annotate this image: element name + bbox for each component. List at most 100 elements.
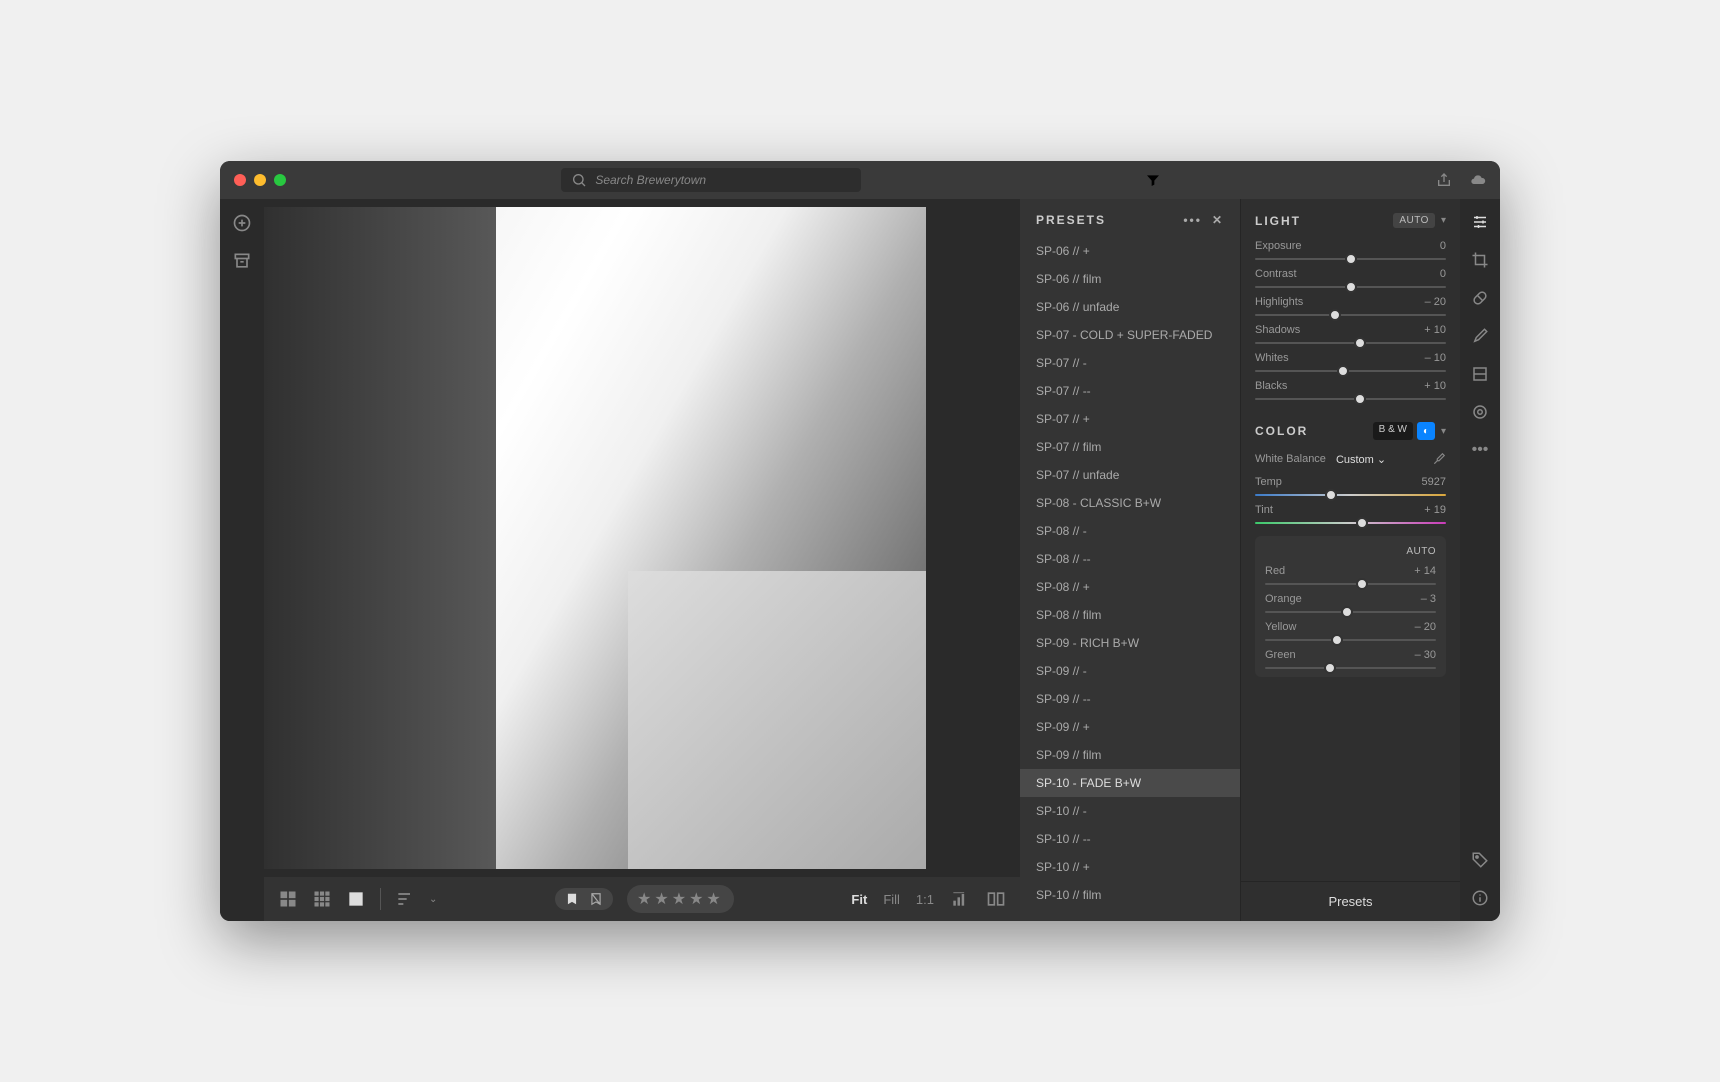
compare-icon[interactable] [986,889,1006,909]
share-icon[interactable] [1436,172,1452,188]
more-icon[interactable]: ••• [1471,441,1489,459]
temp-label: Temp [1255,476,1282,488]
tag-icon[interactable] [1471,851,1489,869]
light-value: + 10 [1424,380,1446,392]
preset-item[interactable]: SP-06 // film [1020,265,1240,293]
bw-toggle[interactable]: B & W [1373,422,1413,440]
search-input[interactable]: Search Brewerytown [561,168,861,192]
sliders-icon[interactable] [1471,213,1489,231]
light-auto-button[interactable]: AUTO [1393,213,1435,228]
image-canvas[interactable] [264,199,1020,877]
preset-item[interactable]: SP-08 // + [1020,573,1240,601]
info-icon[interactable] [1471,889,1489,907]
preset-item[interactable]: SP-07 // + [1020,405,1240,433]
preset-item[interactable]: SP-09 - RICH B+W [1020,629,1240,657]
cloud-icon[interactable] [1470,172,1486,188]
zoom-fill[interactable]: Fill [883,892,900,907]
light-slider[interactable] [1255,342,1446,344]
tint-value: + 19 [1424,504,1446,516]
mixer-auto-button[interactable]: AUTO [1406,546,1436,557]
mixer-value: – 30 [1415,649,1436,661]
light-slider[interactable] [1255,370,1446,372]
flag-pick-icon[interactable] [565,892,579,906]
light-slider[interactable] [1255,314,1446,316]
preset-item[interactable]: SP-10 // film [1020,881,1240,909]
mixer-slider[interactable] [1265,611,1436,613]
preset-item[interactable]: SP-10 // - [1020,797,1240,825]
preset-item[interactable]: SP-07 // film [1020,433,1240,461]
grid-small-icon[interactable] [312,889,332,909]
preset-item[interactable]: SP-07 // unfade [1020,461,1240,489]
preset-item[interactable]: SP-08 // -- [1020,545,1240,573]
mixer-label: Red [1265,565,1285,577]
preset-item[interactable]: SP-10 - FADE B+W [1020,769,1240,797]
eyedropper-icon[interactable] [1432,452,1446,466]
preset-item[interactable]: SP-08 // film [1020,601,1240,629]
linear-gradient-icon[interactable] [1471,365,1489,383]
flag-reject-icon[interactable] [589,892,603,906]
light-slider[interactable] [1255,258,1446,260]
mixer-value: – 20 [1415,621,1436,633]
maximize-icon[interactable] [274,174,286,186]
mixer-slider[interactable] [1265,639,1436,641]
preset-item[interactable]: SP-08 - CLASSIC B+W [1020,489,1240,517]
preset-item[interactable]: SP-10 // -- [1020,825,1240,853]
light-value: – 20 [1425,296,1446,308]
light-title: LIGHT [1255,214,1301,228]
close-icon[interactable] [234,174,246,186]
filter-icon[interactable] [1145,172,1161,188]
preset-item[interactable]: SP-09 // + [1020,713,1240,741]
zoom-fit[interactable]: Fit [851,892,867,907]
flag-controls [555,888,613,910]
light-slider[interactable] [1255,286,1446,288]
add-icon[interactable] [232,213,252,233]
tint-label: Tint [1255,504,1273,516]
zoom-1-1[interactable]: 1:1 [916,892,934,907]
preset-item[interactable]: SP-07 // - [1020,349,1240,377]
app-window: Search Brewerytown ⌄ [220,161,1500,921]
light-value: 0 [1440,268,1446,280]
sort-chevron-icon[interactable]: ⌄ [429,894,437,905]
mixer-slider[interactable] [1265,667,1436,669]
single-view-icon[interactable] [346,889,366,909]
minimize-icon[interactable] [254,174,266,186]
presets-menu-icon[interactable]: ••• [1183,213,1202,227]
grid-large-icon[interactable] [278,889,298,909]
radial-gradient-icon[interactable] [1471,403,1489,421]
preset-item[interactable]: SP-06 // + [1020,237,1240,265]
color-collapse-icon[interactable]: ▾ [1441,426,1446,437]
preset-item[interactable]: SP-09 // -- [1020,685,1240,713]
preset-item[interactable]: SP-08 // - [1020,517,1240,545]
wb-label: White Balance [1255,453,1326,465]
temp-slider[interactable] [1255,494,1446,496]
brush-icon[interactable] [1471,327,1489,345]
presets-close-icon[interactable]: ✕ [1212,213,1224,227]
preset-item[interactable]: SP-09 // film [1020,741,1240,769]
color-profile-icon[interactable]: ◐ [1417,422,1435,440]
preset-item[interactable]: SP-06 // unfade [1020,293,1240,321]
light-collapse-icon[interactable]: ▾ [1441,215,1446,226]
preset-item[interactable]: SP-09 // - [1020,657,1240,685]
sort-icon[interactable] [395,889,415,909]
presets-panel: PRESETS ••• ✕ SP-06 // +SP-06 // filmSP-… [1020,199,1240,921]
crop-icon[interactable] [1471,251,1489,269]
preset-item[interactable]: SP-07 - COLD + SUPER-FADED [1020,321,1240,349]
titlebar: Search Brewerytown [220,161,1500,199]
tint-slider[interactable] [1255,522,1446,524]
histogram-icon[interactable] [950,889,970,909]
heal-icon[interactable] [1471,289,1489,307]
light-label: Whites [1255,352,1289,364]
light-label: Shadows [1255,324,1300,336]
mixer-label: Orange [1265,593,1302,605]
mixer-slider[interactable] [1265,583,1436,585]
rating-stars[interactable]: ★★★★★ [637,889,724,909]
wb-select[interactable]: Custom ⌄ [1336,453,1386,466]
presets-footer-button[interactable]: Presets [1241,881,1460,921]
light-slider[interactable] [1255,398,1446,400]
preset-item[interactable]: SP-10 // + [1020,853,1240,881]
mixer-value: – 3 [1421,593,1436,605]
preset-item[interactable]: SP-07 // -- [1020,377,1240,405]
divider [380,888,381,910]
preset-list[interactable]: SP-06 // +SP-06 // filmSP-06 // unfadeSP… [1020,237,1240,921]
archive-icon[interactable] [232,251,252,271]
